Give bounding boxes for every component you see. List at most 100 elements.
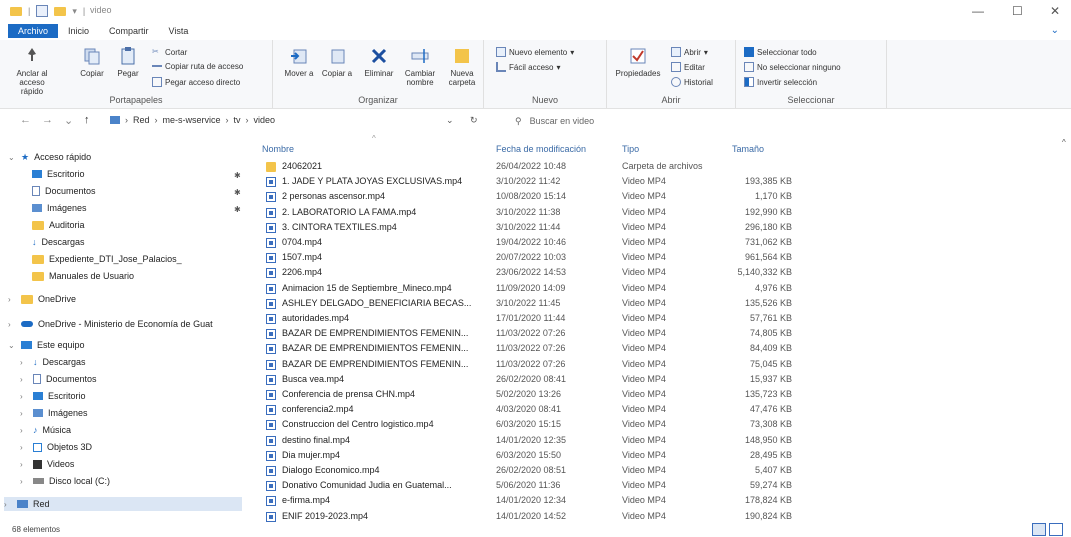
nav-documentos[interactable]: Documentos	[32, 184, 96, 198]
breadcrumb-item[interactable]: tv	[234, 115, 241, 125]
tab-compartir[interactable]: Compartir	[99, 24, 159, 38]
select-none-button[interactable]: No seleccionar ninguno	[744, 62, 841, 72]
nav-escritorio[interactable]: Escritorio	[32, 167, 85, 181]
large-icons-view-icon[interactable]	[1049, 523, 1063, 536]
nav-auditoria[interactable]: Auditoria	[32, 218, 85, 232]
copy-to-button[interactable]: Copiar a	[321, 46, 353, 78]
table-row[interactable]: 24062021 26/04/2022 10:48 Carpeta de archi…	[262, 160, 1042, 174]
minimize-button[interactable]: —	[972, 4, 984, 18]
details-view-icon[interactable]	[1032, 523, 1046, 536]
nav-este-equipo[interactable]: ⌄ Este equipo	[8, 338, 85, 352]
nav-descargas[interactable]: ↓ Descargas	[32, 235, 85, 249]
select-all-button[interactable]: Seleccionar todo	[744, 47, 817, 57]
scroll-up-arrow[interactable]: ^	[1062, 138, 1066, 147]
pin-quick-access-button[interactable]: Anclar al acceso rápido	[8, 46, 56, 96]
table-row[interactable]: 1. JADE Y PLATA JOYAS EXCLUSIVAS.mp4 3/10…	[262, 175, 1042, 189]
nav-pc-disco[interactable]: › Disco local (C:)	[20, 474, 110, 488]
tab-vista[interactable]: Vista	[159, 24, 199, 38]
chevron-down-icon[interactable]: ▾	[72, 6, 77, 17]
column-header-name[interactable]: Nombre	[262, 144, 294, 154]
table-row[interactable]: autoridades.mp4 17/01/2020 11:44 Video MP4…	[262, 312, 1042, 326]
nav-pc-videos[interactable]: › Videos	[20, 457, 74, 471]
chevron-down-icon[interactable]: ⌄	[446, 115, 454, 126]
new-item-button[interactable]: Nuevo elemento ▾	[496, 47, 574, 57]
pin-icon[interactable]: ✱	[234, 205, 241, 214]
search-input[interactable]: ⚲ Buscar en video	[515, 114, 1035, 128]
table-row[interactable]: 1507.mp4 20/07/2022 10:03 Video MP4 961,564…	[262, 251, 1042, 265]
table-row[interactable]: ASHLEY DELGADO_BENEFICIARIA BECAS... 3/10…	[262, 297, 1042, 311]
nav-pc-imagenes[interactable]: › Imágenes	[20, 406, 88, 420]
cut-button[interactable]: ✂ Cortar	[152, 47, 187, 57]
breadcrumb-item[interactable]: me-s-wservice	[163, 115, 221, 125]
back-button[interactable]: ←	[20, 114, 31, 126]
tab-inicio[interactable]: Inicio	[58, 24, 99, 38]
table-row[interactable]: Construccion del Centro logistico.mp4 6/0…	[262, 418, 1042, 432]
refresh-icon[interactable]: ↻	[470, 115, 478, 126]
easy-access-button[interactable]: Fácil acceso ▾	[496, 62, 560, 72]
table-row[interactable]: 0704.mp4 19/04/2022 10:46 Video MP4 731,062…	[262, 236, 1042, 250]
copy-button[interactable]: Copiar	[76, 46, 108, 78]
table-row[interactable]: BAZAR DE EMPRENDIMIENTOS FEMENIN... 11/03…	[262, 327, 1042, 341]
nav-imagenes[interactable]: Imágenes	[32, 201, 87, 215]
nav-expediente[interactable]: Expediente_DTI_Jose_Palacios_	[32, 252, 182, 266]
column-header-type[interactable]: Tipo	[622, 144, 639, 154]
nav-onedrive[interactable]: › OneDrive	[8, 292, 76, 306]
table-row[interactable]: 2 personas ascensor.mp4 10/08/2020 15:14 V…	[262, 190, 1042, 204]
forward-button[interactable]: →	[42, 114, 53, 126]
delete-button[interactable]: Eliminar	[361, 46, 397, 78]
new-folder-icon[interactable]	[54, 6, 67, 16]
chevron-down-icon[interactable]: ⌄	[64, 114, 73, 127]
table-row[interactable]: Donativo Comunidad Judia en Guatemal... 5…	[262, 479, 1042, 493]
nav-pc-escritorio[interactable]: › Escritorio	[20, 389, 86, 403]
nav-onedrive-org[interactable]: › OneDrive - Ministerio de Economía de G…	[8, 317, 213, 331]
properties-button[interactable]: Propiedades	[609, 46, 667, 78]
properties-icon[interactable]	[36, 5, 49, 17]
tab-archivo[interactable]: Archivo	[8, 24, 59, 38]
table-row[interactable]: BAZAR DE EMPRENDIMIENTOS FEMENIN... 11/03…	[262, 358, 1042, 372]
table-row[interactable]: 3. CINTORA TEXTILES.mp4 3/10/2022 11:44 Vi…	[262, 221, 1042, 235]
table-row[interactable]: 2. LABORATORIO LA FAMA.mp4 3/10/2022 11:3…	[262, 206, 1042, 220]
breadcrumb[interactable]: › Red › me-s-wservice › tv › video	[110, 115, 275, 125]
nav-quick-access[interactable]: ⌄ ★ Acceso rápido	[8, 150, 91, 164]
up-button[interactable]: ↑	[84, 114, 90, 126]
pin-icon[interactable]: ✱	[234, 188, 241, 197]
nav-red[interactable]: › Red	[4, 497, 242, 511]
nav-manuales[interactable]: Manuales de Usuario	[32, 269, 134, 283]
table-row[interactable]: BAZAR DE EMPRENDIMIENTOS FEMENIN... 11/03…	[262, 342, 1042, 356]
pin-icon[interactable]: ✱	[234, 171, 241, 180]
rename-button[interactable]: Cambiar nombre	[401, 46, 439, 87]
table-row[interactable]: Animacion 15 de Septiembre_Mineco.mp4 11/…	[262, 282, 1042, 296]
chevron-down-icon[interactable]: ⌄	[1051, 25, 1059, 36]
table-row[interactable]: Dialogo Economico.mp4 26/02/2020 08:51 Vid…	[262, 464, 1042, 478]
nav-pc-objetos3d[interactable]: › Objetos 3D	[20, 440, 92, 454]
ribbon-tabs: Archivo Inicio Compartir Vista	[0, 22, 1071, 40]
move-to-button[interactable]: Mover a	[283, 46, 315, 78]
table-row[interactable]: e-firma.mp4 14/01/2020 12:34 Video MP4 178,…	[262, 494, 1042, 508]
paste-shortcut-button[interactable]: Pegar acceso directo	[152, 77, 240, 87]
paste-button[interactable]: Pegar	[112, 46, 144, 78]
table-row[interactable]: conferencia2.mp4 4/03/2020 08:41 Video MP4…	[262, 403, 1042, 417]
table-row[interactable]: destino final.mp4 14/01/2020 12:35 Video M…	[262, 434, 1042, 448]
table-row[interactable]: ENIF 2019-2023.mp4 14/01/2020 14:52 Video …	[262, 510, 1042, 524]
history-button[interactable]: Historial	[671, 77, 713, 87]
breadcrumb-item[interactable]: video	[254, 115, 276, 125]
new-folder-button[interactable]: Nueva carpeta	[445, 46, 479, 87]
nav-pc-documentos[interactable]: › Documentos	[20, 372, 97, 386]
nav-pc-musica[interactable]: › ♪ Música	[20, 423, 71, 437]
invert-selection-button[interactable]: Invertir selección	[744, 77, 817, 87]
column-header-date[interactable]: Fecha de modificación	[496, 144, 586, 154]
nav-pc-descargas[interactable]: › ↓ Descargas	[20, 355, 86, 369]
breadcrumb-item[interactable]: Red	[133, 115, 150, 125]
table-row[interactable]: Conferencia de prensa CHN.mp4 5/02/2020 1…	[262, 388, 1042, 402]
column-header-size[interactable]: Tamaño	[732, 144, 764, 154]
close-button[interactable]: ✕	[1050, 4, 1060, 18]
copy-path-button[interactable]: Copiar ruta de acceso	[152, 62, 243, 71]
maximize-button[interactable]: ☐	[1012, 4, 1023, 18]
table-row[interactable]: Busca vea.mp4 26/02/2020 08:41 Video MP4 15…	[262, 373, 1042, 387]
vertical-scrollbar[interactable]: ^	[1061, 138, 1071, 523]
open-button[interactable]: Abrir ▾	[671, 47, 708, 57]
table-row[interactable]: Dia mujer.mp4 6/03/2020 15:50 Video MP4 28,…	[262, 449, 1042, 463]
table-row[interactable]: 2206.mp4 23/06/2022 14:53 Video MP4 5,140,3…	[262, 266, 1042, 280]
edit-button[interactable]: Editar	[671, 62, 705, 72]
button-label: Propiedades	[615, 69, 661, 78]
